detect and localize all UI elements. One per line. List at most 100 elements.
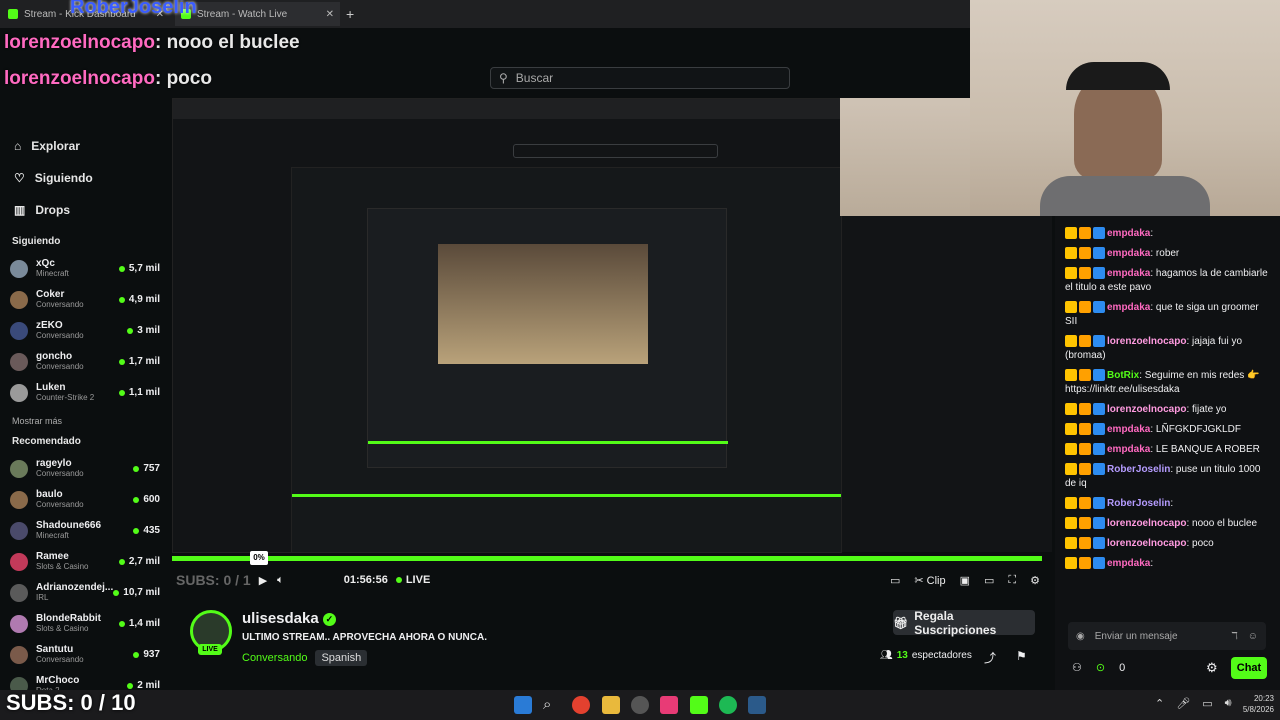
chat-text: LE BANQUE A ROBER xyxy=(1155,444,1260,455)
chat-message[interactable]: RoberJoselin: xyxy=(1055,494,1280,514)
chat-users-icon[interactable]: ⚇ xyxy=(1072,661,1082,674)
share-icon[interactable]: ⤴ xyxy=(984,649,996,666)
chat-username[interactable]: empdaka xyxy=(1107,302,1150,313)
close-icon[interactable]: ✕ xyxy=(326,9,334,20)
points-icon[interactable]: ⊙ xyxy=(1096,661,1105,674)
network-icon[interactable]: ▭ xyxy=(1202,697,1212,710)
chat-username[interactable]: RoberJoselin xyxy=(1107,498,1170,509)
translate-icon[interactable]: ℸ xyxy=(1231,631,1237,642)
nav-drops[interactable]: ▥ Drops xyxy=(0,194,168,226)
chat-message[interactable]: empdaka: LE BANQUE A ROBER xyxy=(1055,440,1280,460)
report-icon[interactable]: ⚑ xyxy=(1016,649,1027,663)
channel-avatar xyxy=(10,490,28,509)
miniplayer-icon[interactable]: ▭ xyxy=(984,574,994,587)
play-icon[interactable]: ▶ xyxy=(259,574,267,587)
stream-video[interactable] xyxy=(172,98,842,553)
windows-start-icon[interactable] xyxy=(514,696,532,714)
viewers-value: 4,9 mil xyxy=(128,294,160,305)
sidebar-channel[interactable]: Coker Conversando 4,9 mil xyxy=(0,284,168,315)
clip-button[interactable]: ✂ Clip xyxy=(914,574,945,587)
chat-username[interactable]: RoberJoselin xyxy=(1107,464,1170,475)
emote-picker-icon[interactable]: ◉ xyxy=(1076,631,1085,642)
sidebar-channel[interactable]: BlondeRabbit Slots & Casino 1,4 mil xyxy=(0,608,168,639)
badge-icon xyxy=(1065,403,1077,416)
chrome-icon[interactable] xyxy=(572,696,590,714)
chat-settings-icon[interactable]: ⚙ xyxy=(1206,660,1218,676)
recommended-list: rageylo Conversando 757 baulo Conversando 600… xyxy=(0,453,168,701)
new-tab-button[interactable]: + xyxy=(346,6,354,22)
tiktok-icon[interactable] xyxy=(660,696,678,714)
chat-username[interactable]: empdaka xyxy=(1107,268,1150,279)
clock-date: 5/8/2026 xyxy=(1242,705,1274,714)
spotify-icon[interactable] xyxy=(719,696,737,714)
chat-username[interactable]: empdaka xyxy=(1107,558,1150,569)
chat-username[interactable]: empdaka xyxy=(1107,248,1150,259)
badge-icon xyxy=(1079,301,1091,314)
chat-username[interactable]: empdaka xyxy=(1107,424,1150,435)
obs-icon[interactable] xyxy=(631,696,649,714)
file-explorer-icon[interactable] xyxy=(602,696,620,714)
drops-icon: ▥ xyxy=(14,203,26,217)
sidebar-channel[interactable]: goncho Conversando 1,7 mil xyxy=(0,346,168,377)
stream-category[interactable]: Conversando xyxy=(242,652,307,664)
captions-icon[interactable]: ▣ xyxy=(960,574,970,587)
browser-tab-watch[interactable]: Stream - Watch Live ✕ xyxy=(175,2,340,26)
gift-subs-button[interactable]: 🎁︎ Regala Suscripciones xyxy=(893,608,1035,637)
chat-message[interactable]: lorenzoelnocapo: jajaja fui yo (bromaa) xyxy=(1055,332,1280,366)
chevron-up-icon[interactable]: ⌃ xyxy=(1155,697,1164,710)
chat-send-button[interactable]: Chat xyxy=(1231,657,1267,679)
volume-icon[interactable]: 🔈︎ xyxy=(277,574,284,587)
gift-label: Regala Suscripciones xyxy=(914,608,997,637)
nav-siguiendo[interactable]: ♡ Siguiendo xyxy=(0,162,168,194)
chat-username[interactable]: lorenzoelnocapo xyxy=(1107,336,1186,347)
emoji-icon[interactable]: ☺ xyxy=(1248,631,1258,642)
sidebar-channel[interactable]: Adrianozendej... IRL 10,7 mil xyxy=(0,577,168,608)
mic-icon[interactable]: 🎤︎ xyxy=(1176,697,1190,710)
fullscreen-icon[interactable]: ⛶ xyxy=(1008,574,1016,587)
chat-username[interactable]: lorenzoelnocapo xyxy=(1107,404,1186,415)
chat-username[interactable]: BotRix xyxy=(1107,370,1139,381)
sidebar-channel[interactable]: rageylo Conversando 757 xyxy=(0,453,168,484)
chat-message[interactable]: empdaka: LÑFGKDFJGKLDF xyxy=(1055,420,1280,440)
nav-explorar[interactable]: ⌂ Explorar xyxy=(0,130,168,162)
sidebar-channel[interactable]: baulo Conversando 600 xyxy=(0,484,168,515)
chat-message[interactable]: lorenzoelnocapo: poco xyxy=(1055,534,1280,554)
chat-username[interactable]: lorenzoelnocapo xyxy=(1107,538,1186,549)
gear-icon[interactable]: ⚙ xyxy=(1030,574,1040,587)
badge-icon xyxy=(1065,537,1077,550)
sidebar-channel[interactable]: Santutu Conversando 937 xyxy=(0,639,168,670)
kick-icon[interactable] xyxy=(690,696,708,714)
chat-username[interactable]: empdaka xyxy=(1107,444,1150,455)
chat-username[interactable]: empdaka xyxy=(1107,228,1150,239)
chat-message[interactable]: empdaka: xyxy=(1055,554,1280,574)
chat-message[interactable]: lorenzoelnocapo: nooo el buclee xyxy=(1055,514,1280,534)
chat-message[interactable]: RoberJoselin: puse un titulo 1000 de iq xyxy=(1055,460,1280,494)
webcam-feed xyxy=(970,0,1280,216)
chat-input[interactable]: ◉ Enviar un mensaje ℸ ☺ xyxy=(1068,622,1266,650)
taskbar-clock[interactable]: 20:23 5/8/2026 xyxy=(1238,693,1274,715)
language-tag[interactable]: Spanish xyxy=(315,650,368,666)
chat-username[interactable]: lorenzoelnocapo xyxy=(1107,518,1186,529)
taskbar-search-icon[interactable]: ⌕ xyxy=(543,696,561,714)
volume-tray-icon[interactable]: 🔊︎ xyxy=(1225,697,1232,710)
chat-message[interactable]: empdaka: xyxy=(1055,224,1280,244)
theater-icon[interactable]: ▭ xyxy=(890,574,900,587)
player-progress-bar[interactable] xyxy=(172,556,1042,561)
show-more-link[interactable]: Mostrar más xyxy=(0,416,168,426)
search-input[interactable]: ⚲ Buscar xyxy=(490,67,790,89)
sidebar-channel[interactable]: Shadoune666 Minecraft 435 xyxy=(0,515,168,546)
sidebar-channel[interactable]: zEKO Conversando 3 mil xyxy=(0,315,168,346)
tab-label: Stream - Watch Live xyxy=(197,8,288,20)
sidebar-channel[interactable]: Luken Counter-Strike 2 1,1 mil xyxy=(0,377,168,408)
sidebar-channel[interactable]: Ramee Slots & Casino 2,7 mil xyxy=(0,546,168,577)
chat-message[interactable]: lorenzoelnocapo: fijate yo xyxy=(1055,400,1280,420)
steam-icon[interactable] xyxy=(748,696,766,714)
chat-message[interactable]: empdaka: que te siga un groomer SII xyxy=(1055,298,1280,332)
chat-message[interactable]: empdaka: rober xyxy=(1055,244,1280,264)
chat-text: LÑFGKDFJGKLDF xyxy=(1155,424,1241,435)
chat-message[interactable]: BotRix: Seguime en mis redes 👉 https://l… xyxy=(1055,366,1280,400)
chat-message[interactable]: empdaka: hagamos la de cambiarle el titu… xyxy=(1055,264,1280,298)
sidebar-channel[interactable]: xQc Minecraft 5,7 mil xyxy=(0,253,168,284)
channel-name-row[interactable]: ulisesdaka ✓ xyxy=(242,610,336,627)
kick-favicon-icon xyxy=(8,9,18,19)
